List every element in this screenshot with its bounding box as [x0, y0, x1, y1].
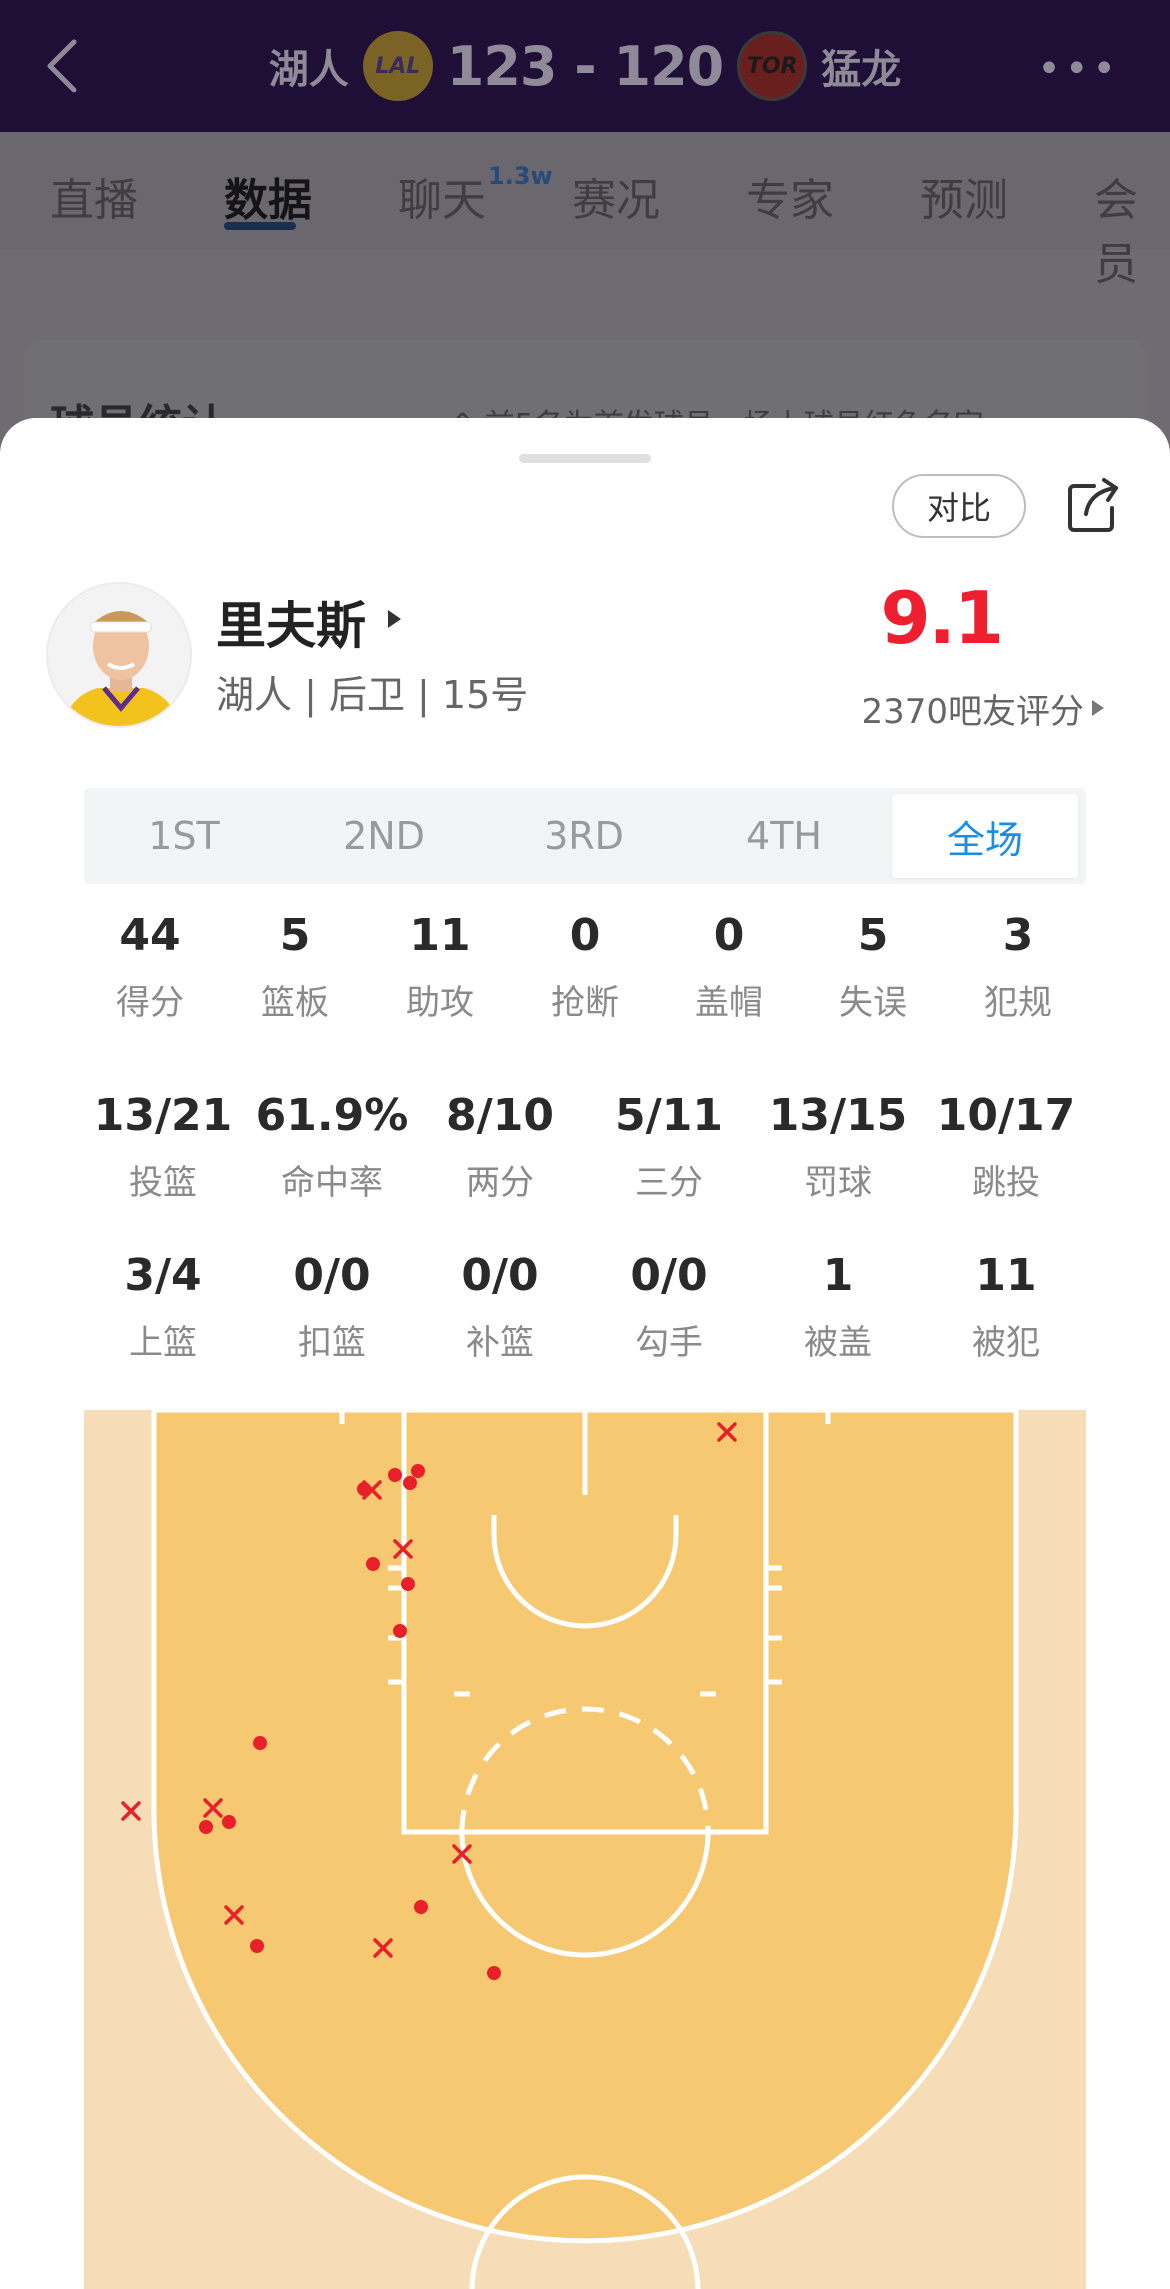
made-shot-marker — [199, 1820, 213, 1834]
stat-fouls-drawn: 11 被犯 — [972, 1250, 1040, 1363]
made-shot-marker — [414, 1900, 428, 1914]
made-shot-marker — [401, 1577, 415, 1591]
stat-field-goals: 13/21 投篮 — [93, 1090, 233, 1203]
tab-membership[interactable]: 会员 — [1094, 164, 1170, 292]
shot-chart — [84, 1410, 1086, 2289]
away-team-logo: TOR — [737, 31, 808, 101]
made-shot-marker — [250, 1939, 264, 1953]
stat-fg-percentage: 61.9% 命中率 — [255, 1090, 409, 1203]
sheet-drag-handle[interactable] — [519, 454, 651, 463]
made-shot-marker — [393, 1624, 407, 1638]
made-shot-marker — [253, 1736, 267, 1750]
share-icon — [1068, 478, 1118, 532]
stat-blocks: 0 盖帽 — [695, 910, 763, 1023]
period-tab-full-game[interactable]: 全场 — [892, 794, 1078, 878]
player-rating: 9.1 — [880, 576, 1004, 660]
game-score: 123 - 120 — [446, 34, 724, 98]
rating-count-link[interactable]: 2370吧友评分 — [861, 684, 1106, 733]
made-shot-marker — [366, 1557, 380, 1571]
active-tab-indicator — [224, 222, 296, 230]
player-info: 湖人 | 后卫 | 15号 — [216, 673, 529, 717]
home-team-logo: LAL — [362, 31, 433, 101]
home-team-name: 湖人 — [268, 47, 349, 93]
more-button[interactable]: ••• — [1037, 46, 1120, 92]
stat-fouls: 3 犯规 — [984, 910, 1052, 1023]
game-header: 湖人 LAL 123 - 120 TOR 猛龙 ••• — [0, 0, 1170, 132]
made-shot-marker — [487, 1966, 501, 1980]
stat-points: 44 得分 — [116, 910, 184, 1023]
tab-prediction[interactable]: 预测 — [920, 164, 1008, 228]
period-selector: 1ST 2ND 3RD 4TH 全场 — [84, 788, 1086, 884]
stat-free-throws: 13/15 罚球 — [768, 1090, 908, 1203]
stat-assists: 11 助攻 — [406, 910, 474, 1023]
player-avatar — [46, 582, 192, 728]
stat-putbacks: 0/0 补篮 — [461, 1250, 539, 1363]
rating-arrow-icon — [1092, 700, 1104, 716]
stat-three-pointers: 5/11 三分 — [615, 1090, 723, 1203]
tab-game-status[interactable]: 赛况 — [572, 164, 660, 228]
stat-jump-shots: 10/17 跳投 — [936, 1090, 1076, 1203]
scoreline: 湖人 LAL 123 - 120 TOR 猛龙 — [0, 28, 1170, 104]
shot-chart-court — [84, 1410, 1086, 2289]
made-shot-marker — [388, 1468, 402, 1482]
period-tab-2nd[interactable]: 2ND — [284, 788, 484, 884]
player-name-arrow-icon — [388, 610, 401, 628]
period-tab-1st[interactable]: 1ST — [84, 788, 284, 884]
stat-turnovers: 5 失误 — [839, 910, 907, 1023]
stat-rebounds: 5 篮板 — [261, 910, 329, 1023]
made-shot-marker — [403, 1476, 417, 1490]
tab-experts[interactable]: 专家 — [746, 164, 834, 228]
player-name[interactable]: 里夫斯 — [216, 586, 366, 658]
stat-two-pointers: 8/10 两分 — [446, 1090, 554, 1203]
stat-dunks: 0/0 扣篮 — [293, 1250, 371, 1363]
more-icon: ••• — [1037, 46, 1120, 92]
made-shot-marker — [222, 1815, 236, 1829]
stat-layups: 3/4 上篮 — [124, 1250, 202, 1363]
compare-button[interactable]: 对比 — [892, 474, 1026, 538]
stat-blocked: 1 被盖 — [804, 1250, 872, 1363]
tab-live[interactable]: 直播 — [50, 164, 138, 228]
share-button[interactable] — [1064, 476, 1122, 536]
period-tab-4th[interactable]: 4TH — [684, 788, 884, 884]
period-tab-3rd[interactable]: 3RD — [484, 788, 684, 884]
chat-count-badge: 1.3w — [488, 162, 553, 190]
stat-hook-shots: 0/0 勾手 — [630, 1250, 708, 1363]
tab-chat[interactable]: 聊天 — [398, 164, 486, 228]
player-detail-sheet: 对比 里夫斯 湖人 | 后卫 | 15号 9.1 2370吧友评分 1ST 2N… — [0, 418, 1170, 2289]
made-shot-marker — [411, 1464, 425, 1478]
stat-steals: 0 抢断 — [551, 910, 619, 1023]
away-team-name: 猛龙 — [821, 47, 902, 93]
tab-data[interactable]: 数据 — [224, 164, 312, 228]
